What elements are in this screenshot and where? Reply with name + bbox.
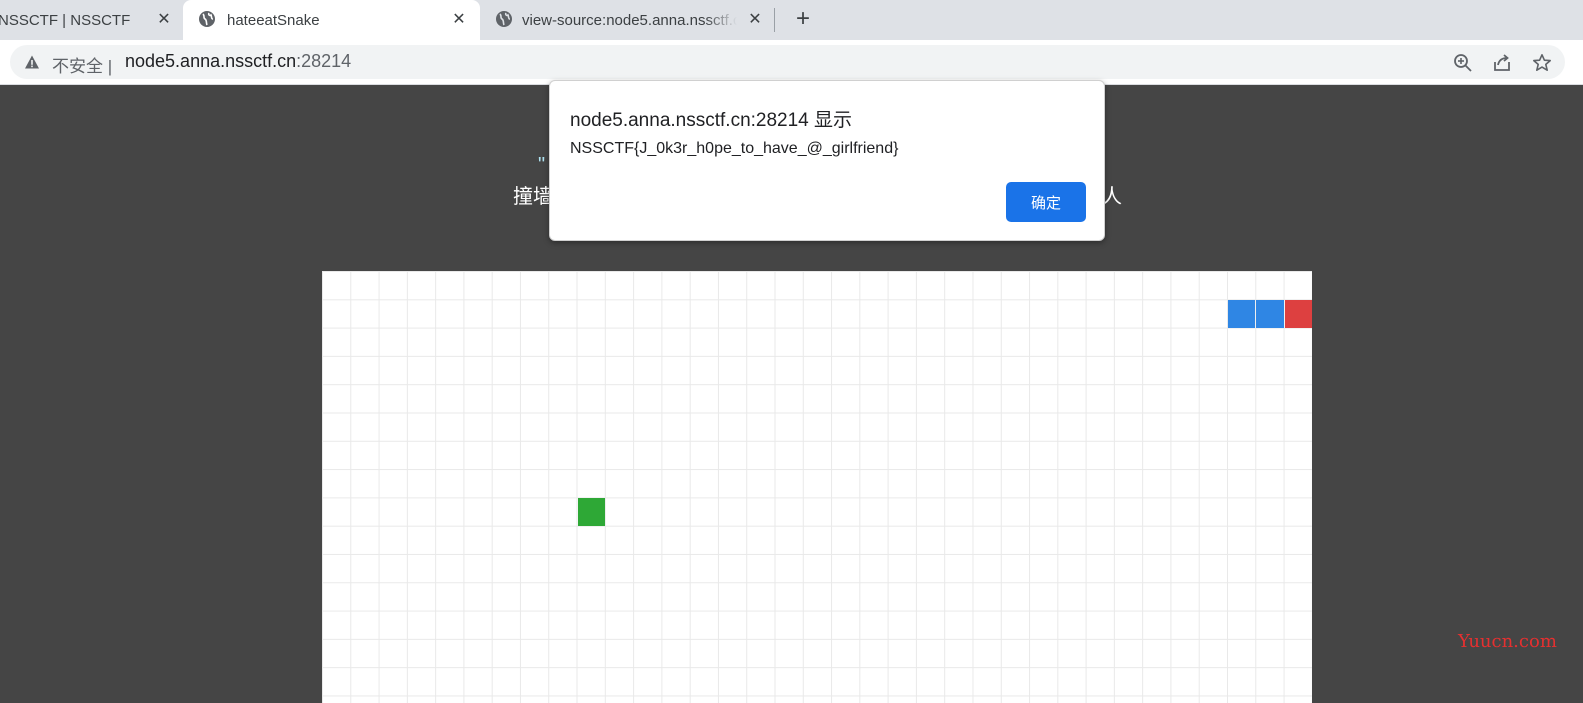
snake-head bbox=[1284, 300, 1312, 328]
dialog-title: node5.anna.nssctf.cn:28214 显示 bbox=[570, 110, 853, 131]
snake-body-segment bbox=[1256, 300, 1284, 328]
url-host: node5.anna.nssctf.cn bbox=[125, 51, 297, 71]
tab-separator bbox=[774, 8, 775, 32]
tab-view-source[interactable]: view-source:node5.anna.nssctf.cn:28214 ✕ bbox=[480, 0, 775, 40]
security-label[interactable]: 不安全 | bbox=[52, 52, 112, 77]
bookmark-star-icon[interactable] bbox=[1532, 53, 1552, 73]
zoom-icon[interactable] bbox=[1453, 53, 1473, 73]
tab-close-icon[interactable]: ✕ bbox=[449, 10, 469, 30]
url-text[interactable]: node5.anna.nssctf.cn:28214 bbox=[125, 51, 351, 72]
page-heading-line2-right: 人 bbox=[1102, 186, 1122, 208]
page-heading-line2-left: 撞墙 bbox=[513, 186, 553, 208]
url-port: :28214 bbox=[296, 51, 352, 71]
snake-game-board[interactable] bbox=[322, 271, 1312, 703]
dialog-message: NSSCTF{J_0k3r_h0pe_to_have_@_girlfriend} bbox=[570, 140, 899, 157]
share-icon[interactable] bbox=[1492, 53, 1512, 73]
tab-close-icon[interactable]: ✕ bbox=[745, 10, 765, 30]
alert-dialog: node5.anna.nssctf.cn:28214 显示 NSSCTF{J_0… bbox=[549, 80, 1105, 241]
warning-icon[interactable] bbox=[24, 54, 40, 70]
new-tab-button[interactable]: + bbox=[790, 6, 816, 32]
tab-strip: NSSCTF | NSSCTF ✕ hateeatSnake ✕ view-so… bbox=[0, 0, 1583, 40]
tab-title: hateeatSnake bbox=[227, 11, 320, 29]
browser-toolbar: 不安全 | node5.anna.nssctf.cn:28214 bbox=[0, 40, 1583, 85]
globe-icon bbox=[496, 11, 512, 27]
watermark: Yuucn.com bbox=[1458, 631, 1557, 652]
tab-close-icon[interactable]: ✕ bbox=[154, 10, 174, 30]
address-bar[interactable]: 不安全 | node5.anna.nssctf.cn:28214 bbox=[10, 45, 1565, 79]
tab-title: view-source:node5.anna.nssctf.cn:28214 bbox=[522, 11, 737, 29]
dialog-ok-button[interactable]: 确定 bbox=[1006, 182, 1086, 222]
snake-food bbox=[577, 498, 605, 526]
page-heading-line1: " bbox=[538, 154, 546, 176]
tab-title: NSSCTF | NSSCTF bbox=[0, 11, 131, 29]
tab-hateeatsnake[interactable]: hateeatSnake ✕ bbox=[183, 0, 480, 40]
globe-icon bbox=[199, 11, 215, 27]
tab-nssctf[interactable]: NSSCTF | NSSCTF ✕ bbox=[0, 0, 182, 40]
snake-body-segment bbox=[1228, 300, 1256, 328]
